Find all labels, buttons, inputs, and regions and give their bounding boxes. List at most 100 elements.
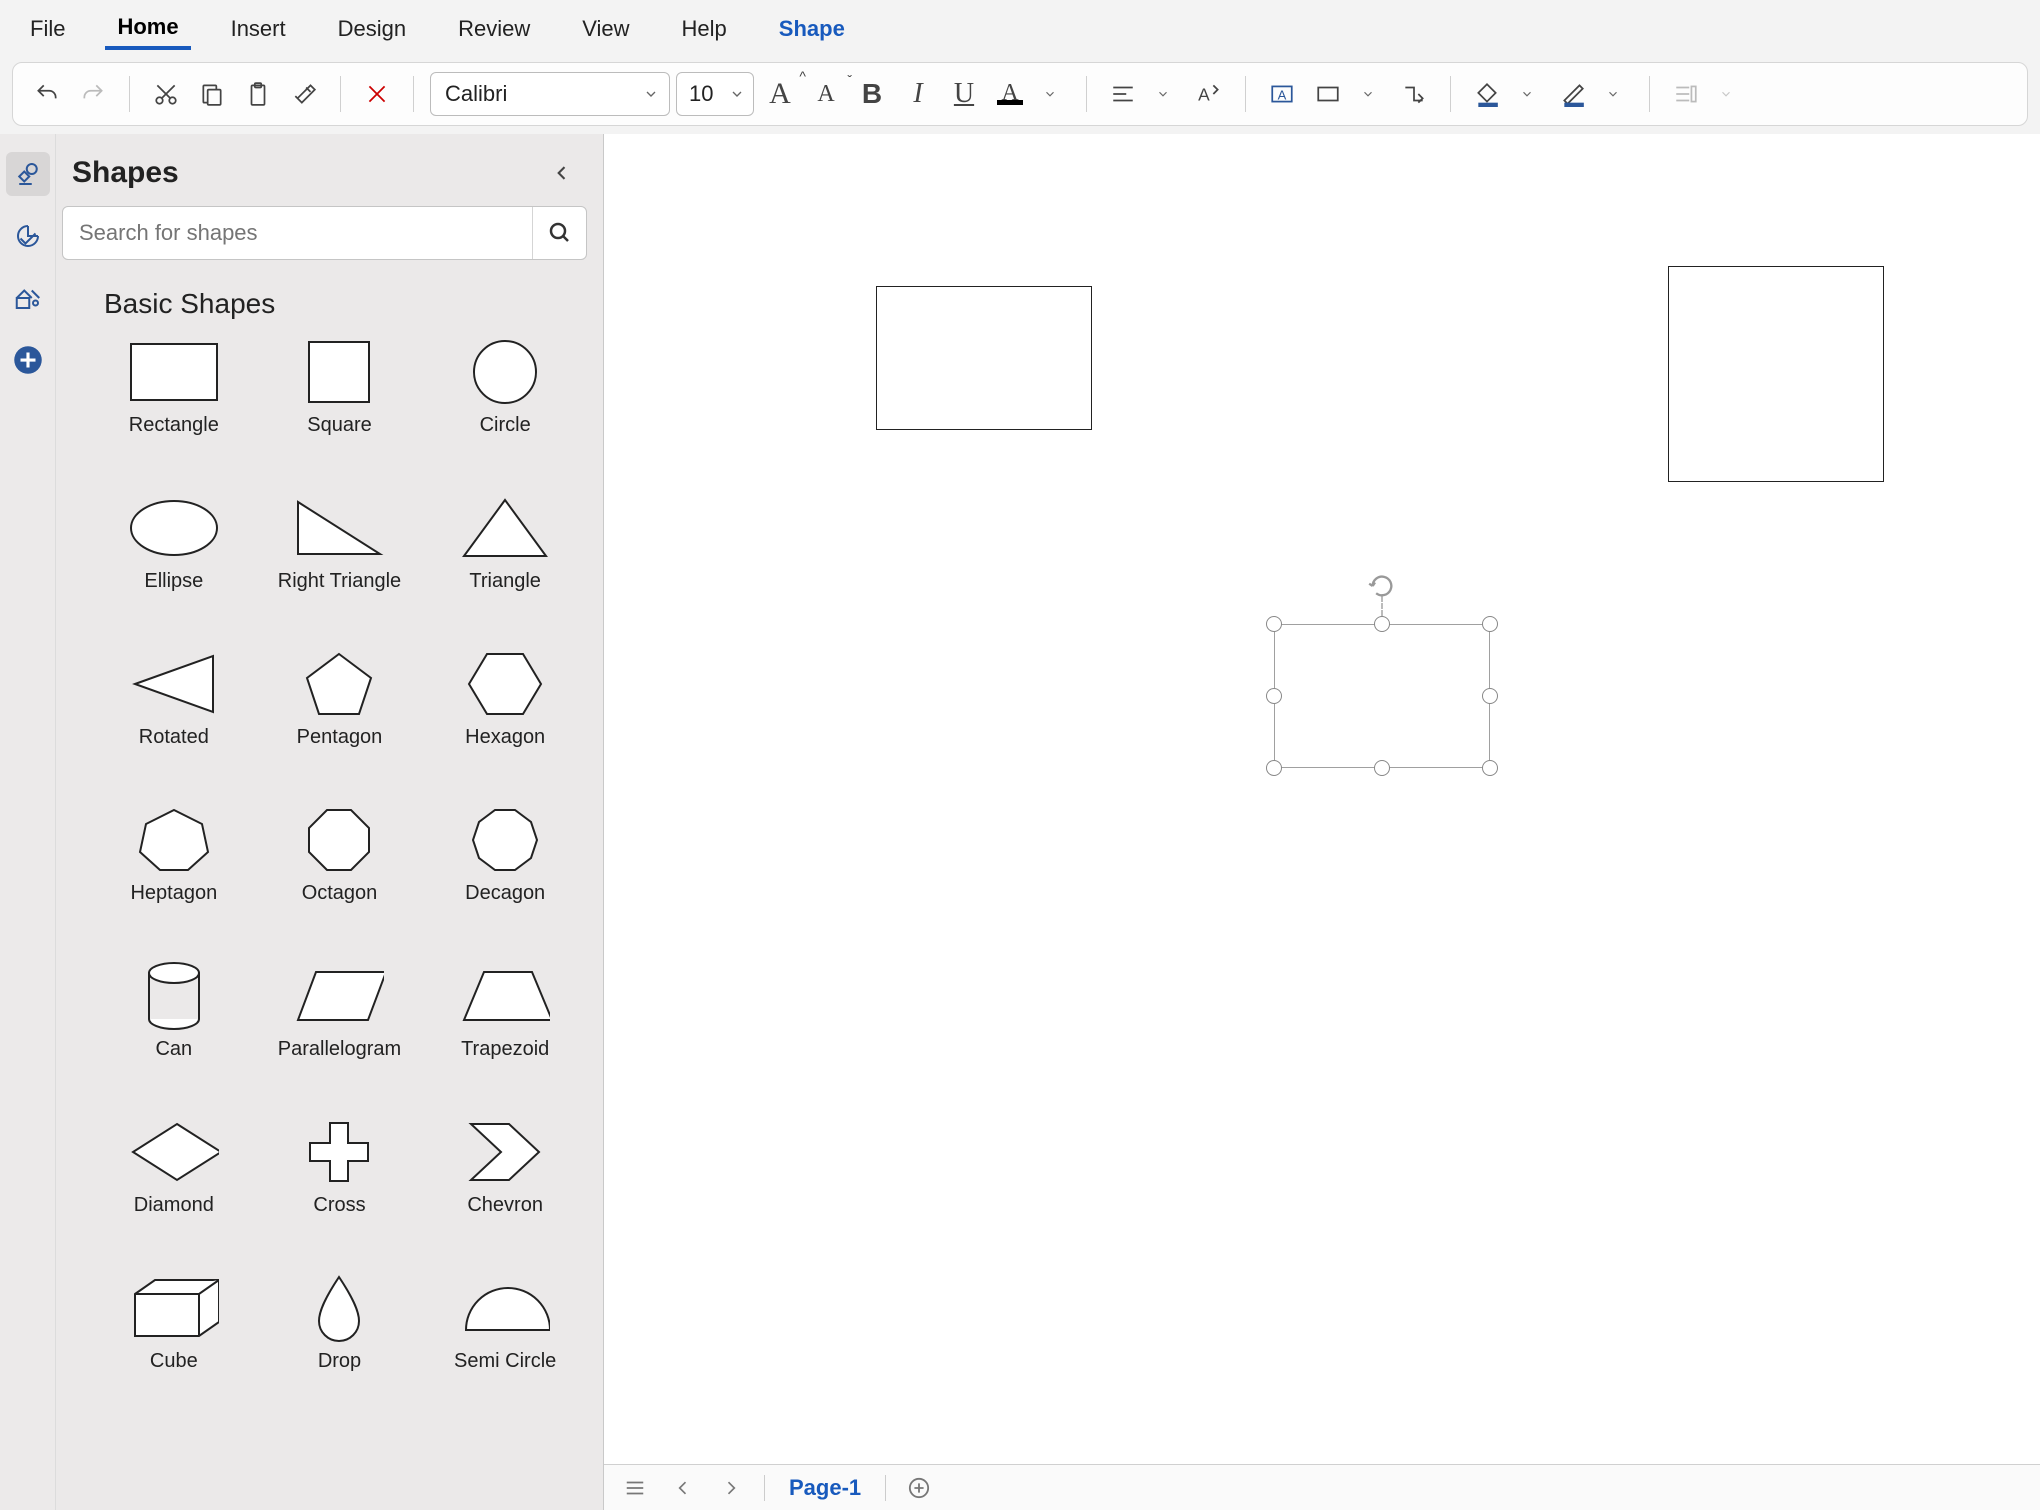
svg-text:A: A — [1278, 87, 1287, 102]
grow-font-button[interactable]: A^ — [760, 74, 800, 114]
canvas-square-1[interactable] — [1668, 266, 1884, 482]
side-rail — [0, 134, 56, 1510]
menu-home[interactable]: Home — [105, 8, 190, 50]
text-box-button[interactable]: A — [1262, 74, 1302, 114]
shape-square[interactable]: Square — [262, 340, 418, 490]
shape-trapezoid[interactable]: Trapezoid — [427, 964, 583, 1114]
shape-parallelogram[interactable]: Parallelogram — [262, 964, 418, 1114]
rail-design-button[interactable] — [6, 276, 50, 320]
shape-triangle[interactable]: Triangle — [427, 496, 583, 646]
shape-decagon[interactable]: Decagon — [427, 808, 583, 958]
menu-design[interactable]: Design — [326, 10, 418, 48]
fill-color-button[interactable] — [1467, 74, 1507, 114]
delete-button[interactable] — [357, 74, 397, 114]
shape-heptagon[interactable]: Heptagon — [96, 808, 252, 958]
font-color-more-button[interactable] — [1030, 74, 1070, 114]
rectangle-shape-button[interactable] — [1308, 74, 1348, 114]
menu-insert[interactable]: Insert — [219, 10, 298, 48]
underline-button[interactable]: U — [944, 74, 984, 114]
shapes-search-button[interactable] — [532, 207, 586, 259]
shrink-font-button[interactable]: Aˇ — [806, 74, 846, 114]
menu-view[interactable]: View — [570, 10, 641, 48]
shapes-panel: Shapes Basic Shapes Rectangle Square Cir… — [56, 134, 604, 1510]
connector-button[interactable] — [1394, 74, 1434, 114]
shapes-search-box[interactable] — [62, 206, 587, 260]
shape-octagon[interactable]: Octagon — [262, 808, 418, 958]
shape-chevron[interactable]: Chevron — [427, 1120, 583, 1270]
resize-handle-bl[interactable] — [1266, 760, 1282, 776]
menu-file[interactable]: File — [18, 10, 77, 48]
canvas-wrapper: Page-1 — [604, 134, 2040, 1510]
redo-button[interactable] — [73, 74, 113, 114]
shape-hexagon[interactable]: Hexagon — [427, 652, 583, 802]
font-color-button[interactable]: A — [990, 74, 1030, 114]
resize-handle-mr[interactable] — [1482, 688, 1498, 704]
cut-button[interactable] — [146, 74, 186, 114]
canvas-selected-shape[interactable] — [1274, 624, 1490, 768]
menu-help[interactable]: Help — [670, 10, 739, 48]
rail-add-button[interactable] — [6, 338, 50, 382]
shape-right-triangle[interactable]: Right Triangle — [262, 496, 418, 646]
resize-handle-br[interactable] — [1482, 760, 1498, 776]
rail-data-button[interactable] — [6, 214, 50, 258]
shape-circle[interactable]: Circle — [427, 340, 583, 490]
shape-pentagon[interactable]: Pentagon — [262, 652, 418, 802]
shape-gallery-more-button[interactable] — [1348, 74, 1388, 114]
status-bar: Page-1 — [604, 1464, 2040, 1510]
align-more-button[interactable] — [1143, 74, 1183, 114]
shape-ellipse[interactable]: Ellipse — [96, 496, 252, 646]
panel-section-title: Basic Shapes — [56, 284, 603, 340]
shape-diamond[interactable]: Diamond — [96, 1120, 252, 1270]
align-button[interactable] — [1103, 74, 1143, 114]
shape-semi-circle[interactable]: Semi Circle — [427, 1276, 583, 1426]
arrange-button[interactable] — [1666, 74, 1706, 114]
main-area: Shapes Basic Shapes Rectangle Square Cir… — [0, 134, 2040, 1510]
shape-drop[interactable]: Drop — [262, 1276, 418, 1426]
resize-handle-tr[interactable] — [1482, 616, 1498, 632]
canvas-rectangle-1[interactable] — [876, 286, 1092, 430]
shape-can[interactable]: Can — [96, 964, 252, 1114]
shape-cube[interactable]: Cube — [96, 1276, 252, 1426]
next-page-button[interactable] — [716, 1473, 746, 1503]
text-direction-button[interactable]: A — [1189, 74, 1229, 114]
font-size-value: 10 — [689, 81, 713, 107]
resize-handle-tm[interactable] — [1374, 616, 1390, 632]
arrange-more-button[interactable] — [1706, 74, 1746, 114]
line-color-button[interactable] — [1553, 74, 1593, 114]
resize-handle-ml[interactable] — [1266, 688, 1282, 704]
bold-button[interactable]: B — [852, 74, 892, 114]
add-page-button[interactable] — [904, 1473, 934, 1503]
prev-page-button[interactable] — [668, 1473, 698, 1503]
rail-shapes-button[interactable] — [6, 152, 50, 196]
chevron-down-icon — [729, 86, 745, 102]
search-icon — [548, 221, 572, 245]
menubar: File Home Insert Design Review View Help… — [0, 0, 2040, 58]
copy-button[interactable] — [192, 74, 232, 114]
panel-collapse-button[interactable] — [545, 156, 579, 190]
shapes-search-input[interactable] — [63, 220, 532, 246]
paste-button[interactable] — [238, 74, 278, 114]
menu-review[interactable]: Review — [446, 10, 542, 48]
italic-button[interactable]: I — [898, 74, 938, 114]
line-color-more-button[interactable] — [1593, 74, 1633, 114]
drawing-canvas[interactable] — [604, 134, 2040, 1464]
svg-text:A: A — [1198, 85, 1210, 105]
format-painter-button[interactable] — [284, 74, 324, 114]
shape-rotated-triangle[interactable]: Rotated — [96, 652, 252, 802]
fill-color-more-button[interactable] — [1507, 74, 1547, 114]
page-tab[interactable]: Page-1 — [783, 1475, 867, 1501]
resize-handle-bm[interactable] — [1374, 760, 1390, 776]
chevron-left-icon — [552, 163, 572, 183]
resize-handle-tl[interactable] — [1266, 616, 1282, 632]
font-size-select[interactable]: 10 — [676, 72, 754, 116]
rotate-handle[interactable] — [1368, 572, 1396, 600]
shape-cross[interactable]: Cross — [262, 1120, 418, 1270]
shape-rectangle[interactable]: Rectangle — [96, 340, 252, 490]
menu-shape-context[interactable]: Shape — [767, 10, 857, 48]
undo-button[interactable] — [27, 74, 67, 114]
page-list-button[interactable] — [620, 1473, 650, 1503]
font-family-select[interactable]: Calibri — [430, 72, 670, 116]
ribbon-toolbar: Calibri 10 A^ Aˇ B I U A A A — [12, 62, 2028, 126]
panel-title: Shapes — [72, 156, 179, 190]
chevron-down-icon — [643, 86, 659, 102]
